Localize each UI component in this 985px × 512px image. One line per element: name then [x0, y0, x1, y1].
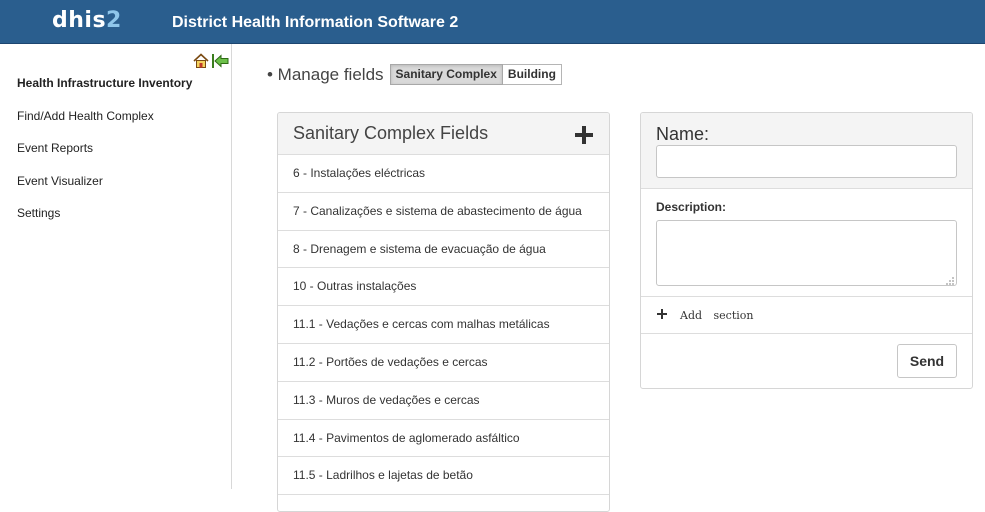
sidebar-menu: Health Infrastructure Inventory Find/Add… [17, 76, 192, 239]
field-list-item[interactable]: 11.3 - Muros de vedações e cercas [278, 382, 609, 420]
top-header-bar: dhis2 District Health Information Softwa… [0, 0, 985, 44]
field-list: 6 - Instalações eléctricas 7 - Canalizaç… [278, 155, 609, 496]
app-title: District Health Information Software 2 [172, 14, 459, 31]
add-section-label: Add section [680, 309, 754, 322]
dhis2-logo[interactable]: dhis2 [52, 8, 122, 33]
complex-type-toggle: Sanitary Complex Building [389, 64, 562, 85]
fields-panel-title: Sanitary Complex Fields [293, 123, 489, 143]
sidebar: Health Infrastructure Inventory Find/Add… [0, 44, 232, 489]
plus-icon [657, 309, 667, 319]
description-section: Description: [641, 189, 972, 297]
manage-fields-bar: • Manage fields Sanitary Complex Buildin… [267, 64, 562, 85]
fields-panel: Sanitary Complex Fields 6 - Instalações … [277, 112, 610, 512]
description-textarea[interactable] [656, 220, 957, 286]
sidebar-item-find-add-health-complex[interactable]: Find/Add Health Complex [17, 109, 192, 142]
resize-grip-icon[interactable] [945, 276, 955, 286]
sidebar-item-event-reports[interactable]: Event Reports [17, 141, 192, 174]
fields-panel-header: Sanitary Complex Fields [278, 113, 609, 155]
sidebar-item-event-visualizer[interactable]: Event Visualizer [17, 174, 192, 207]
field-list-item[interactable]: 7 - Canalizações e sistema de abastecime… [278, 193, 609, 231]
name-label: Name: [656, 124, 710, 144]
field-list-item[interactable]: 10 - Outras instalações [278, 268, 609, 307]
add-field-plus-icon[interactable] [575, 126, 593, 144]
tab-building[interactable]: Building [502, 64, 562, 85]
field-list-item[interactable]: 8 - Drenagem e sistema de evacuação de á… [278, 231, 609, 269]
name-section: Name: [641, 113, 972, 189]
logo-number: 2 [106, 8, 122, 33]
field-list-item[interactable]: 11.4 - Pavimentos de aglomerado asfáltic… [278, 420, 609, 458]
field-list-item[interactable]: 11.2 - Portões de vedações e cercas [278, 344, 609, 382]
add-section-button[interactable]: Add section [641, 297, 972, 334]
sidebar-item-settings[interactable]: Settings [17, 206, 192, 239]
description-label: Description: [656, 200, 727, 214]
send-button[interactable]: Send [897, 344, 957, 378]
field-list-item[interactable]: 11.1 - Vedações e cercas com malhas metá… [278, 306, 609, 344]
back-arrow-icon[interactable] [211, 53, 229, 69]
sidebar-item-health-infrastructure-inventory[interactable]: Health Infrastructure Inventory [17, 76, 192, 109]
field-list-item[interactable]: 11.5 - Ladrilhos e lajetas de betão [278, 457, 609, 496]
field-list-item[interactable]: 6 - Instalações eléctricas [278, 155, 609, 193]
name-input[interactable] [656, 145, 957, 178]
tab-sanitary-complex[interactable]: Sanitary Complex [389, 64, 503, 85]
logo-text: dhis [52, 8, 107, 33]
field-form-panel: Name: Description: Add section Send [640, 112, 973, 389]
manage-fields-label: • Manage fields [267, 64, 384, 84]
sidebar-icons [193, 53, 229, 69]
home-icon[interactable] [193, 53, 209, 69]
